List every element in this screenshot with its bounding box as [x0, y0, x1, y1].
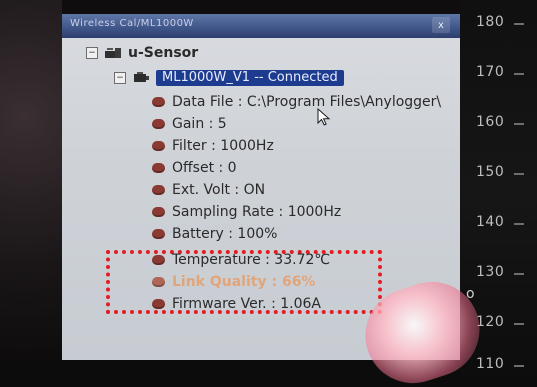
property-bullet-icon [150, 227, 166, 241]
window-titlebar[interactable]: Wireless Cal/ML1000W x [62, 14, 460, 38]
property-bullet-icon [150, 139, 166, 153]
property-label: Filter : 1000Hz [172, 138, 274, 154]
gauge-tick-label: 130 [476, 264, 505, 280]
device-label-selected[interactable]: ML1000W_V1 -- Connected [156, 70, 344, 86]
property-label: Data File : C:\Program Files\Anylogger\ [172, 94, 442, 110]
tree-root-label: u-Sensor [128, 45, 199, 61]
monitor-bezel-left [0, 0, 62, 387]
property-label: Sampling Rate : 1000Hz [172, 204, 342, 220]
property-label: Link Quality : 66% [172, 274, 316, 290]
tree-root[interactable]: − u-Sensor [86, 46, 198, 60]
property-label: Offset : 0 [172, 160, 237, 176]
property-label: Ext. Volt : ON [172, 182, 266, 198]
gauge-tick-label: 140 [476, 214, 505, 230]
property-label: Firmware Ver. : 1.06A [172, 296, 322, 312]
device-icon [132, 71, 150, 85]
property-label: Temperature : 33.72℃ [172, 252, 331, 268]
tree-device-node[interactable]: − ML1000W_V1 -- Connected [114, 70, 344, 86]
gauge-tick-mark [514, 23, 524, 25]
gauge-tick-label: 170 [476, 64, 505, 80]
property-bullet-icon [150, 297, 166, 311]
gauge-tick-mark [514, 365, 524, 367]
gauge-tick-mark [514, 73, 524, 75]
property-bullet-icon [150, 161, 166, 175]
gauge-tick-label: 180 [476, 14, 505, 30]
gauge-tick-label: 150 [476, 164, 505, 180]
property-temperature[interactable]: Temperature : 33.72℃ [150, 253, 330, 267]
property-bullet-icon [150, 253, 166, 267]
property-link-quality[interactable]: Link Quality : 66% [150, 275, 315, 289]
window-title: Wireless Cal/ML1000W [70, 18, 194, 29]
gauge-tick-mark [514, 223, 524, 225]
gauge-tick-mark [514, 123, 524, 125]
gauge-tick-label: 160 [476, 114, 505, 130]
close-button[interactable]: x [432, 17, 450, 33]
property-battery[interactable]: Battery : 100% [150, 227, 277, 241]
property-label: Gain : 5 [172, 116, 227, 132]
gauge-tick-mark [514, 323, 524, 325]
gauge-tick-mark [514, 273, 524, 275]
property-bullet-icon [150, 95, 166, 109]
property-ext-volt[interactable]: Ext. Volt : ON [150, 183, 265, 197]
property-bullet-icon [150, 205, 166, 219]
photo-frame: Wireless Cal/ML1000W x − u-Sensor − ML10… [0, 0, 537, 387]
sensor-root-icon [104, 46, 122, 60]
property-offset[interactable]: Offset : 0 [150, 161, 237, 175]
property-data-file[interactable]: Data File : C:\Program Files\Anylogger\ [150, 95, 441, 109]
mouse-cursor-icon [317, 107, 331, 126]
property-bullet-icon [150, 183, 166, 197]
property-gain[interactable]: Gain : 5 [150, 117, 227, 131]
expander-minus-icon[interactable]: − [114, 72, 126, 84]
property-filter[interactable]: Filter : 1000Hz [150, 139, 274, 153]
expander-minus-icon[interactable]: − [86, 47, 98, 59]
property-sampling-rate[interactable]: Sampling Rate : 1000Hz [150, 205, 341, 219]
gauge-tick-mark [514, 173, 524, 175]
gauge-tick-label: 110 [476, 356, 505, 372]
gauge-tick-label: 120 [476, 314, 505, 330]
property-label: Battery : 100% [172, 226, 278, 242]
property-bullet-icon [150, 117, 166, 131]
property-firmware[interactable]: Firmware Ver. : 1.06A [150, 297, 321, 311]
property-bullet-icon [150, 275, 166, 289]
